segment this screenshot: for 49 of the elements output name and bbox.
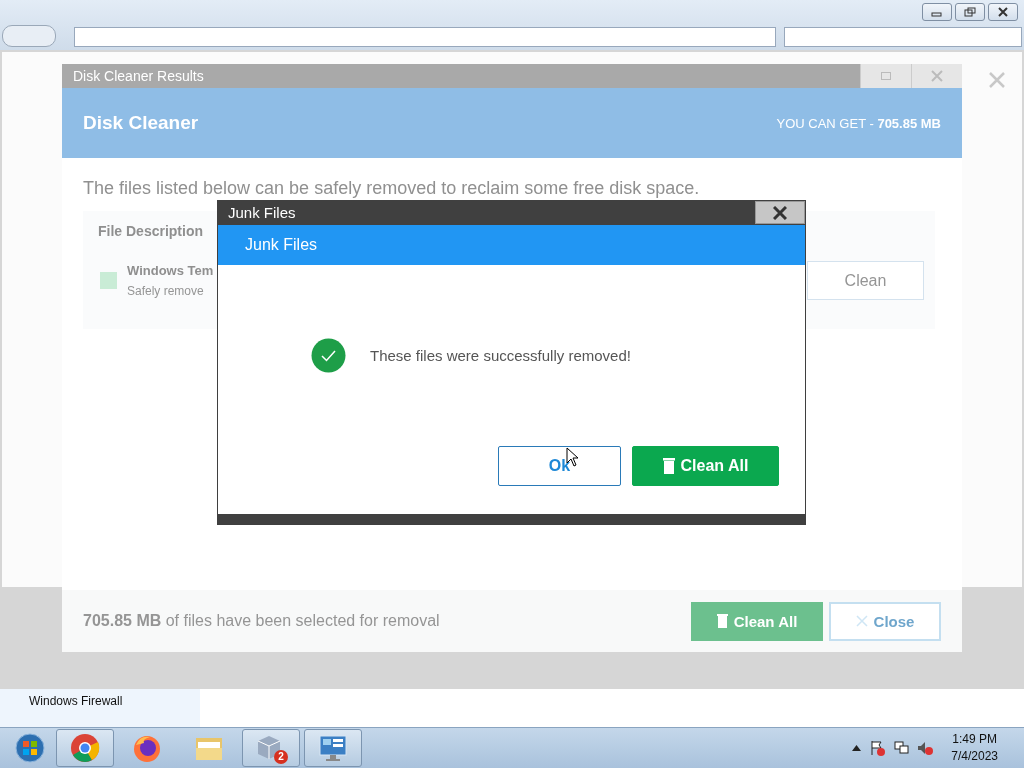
close-icon [773, 205, 787, 220]
close-icon [988, 71, 1006, 89]
taskbar-app[interactable] [304, 729, 362, 767]
trash-icon [662, 458, 675, 474]
close-icon [997, 7, 1009, 17]
dialog-heading: Junk Files [245, 236, 318, 254]
date-text: 7/4/2023 [951, 748, 998, 765]
maximize-icon [881, 72, 891, 80]
control-panel-icon [317, 733, 349, 763]
speaker-muted-icon[interactable] [917, 740, 934, 756]
close-button[interactable] [988, 3, 1018, 21]
flag-icon[interactable] [869, 740, 886, 756]
item-description: Safely remove [127, 284, 205, 298]
close-icon [855, 615, 868, 627]
address-field[interactable] [74, 26, 776, 47]
show-hidden-icon[interactable] [852, 745, 862, 751]
item-name: Windows Tem [127, 263, 215, 278]
success-check-icon [311, 338, 346, 373]
clock[interactable]: 1:49 PM 7/4/2023 [951, 731, 998, 765]
intro-text: The files listed below can be safely removed to reclaim some free disk space. [83, 178, 701, 199]
chrome-icon [70, 733, 100, 763]
app-name: Disk Cleaner [83, 112, 199, 134]
savings-text: YOU CAN GET - 705.85 MB [776, 115, 941, 131]
trash-icon [716, 614, 728, 628]
summary-text: 705.85 MB of files have been selected for removal [83, 612, 440, 630]
clean-all-button[interactable]: Clean All [632, 446, 779, 486]
back-forward-icon[interactable] [2, 24, 56, 47]
firefox-icon [132, 733, 162, 763]
clean-all-button[interactable]: Clean All [691, 601, 823, 641]
search-field[interactable] [784, 26, 1022, 47]
minimize-button[interactable] [922, 3, 952, 21]
dialog-title: Junk Files [227, 204, 296, 221]
taskbar-app[interactable] [56, 729, 114, 767]
checkbox[interactable] [100, 272, 117, 289]
network-icon[interactable] [893, 740, 910, 756]
close-button[interactable]: Close [829, 601, 941, 641]
restore-icon [964, 7, 976, 17]
close-button[interactable] [755, 201, 805, 224]
window-title: Disk Cleaner Results [72, 68, 205, 84]
clean-button[interactable]: Clean [807, 261, 924, 300]
close-icon [931, 70, 943, 82]
time-text: 1:49 PM [952, 731, 997, 748]
column-header: File Description [98, 223, 205, 239]
ok-button[interactable]: Ok [498, 446, 621, 486]
message-text: These files were successfully removed! [370, 347, 631, 364]
sidebar-item[interactable]: Windows Firewall [0, 689, 200, 728]
notification-badge: 2 [274, 750, 288, 764]
taskbar-app[interactable]: 2 [242, 729, 300, 767]
restore-button[interactable] [955, 3, 985, 21]
